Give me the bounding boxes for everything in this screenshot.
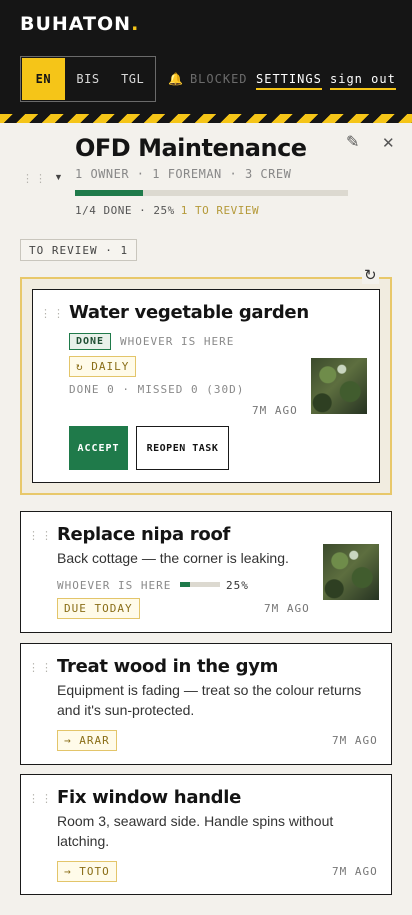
task-timestamp: 7M AGO (332, 734, 378, 747)
sign-out-link[interactable]: sign out (330, 72, 396, 90)
reopen-task-button[interactable]: REOPEN TASK (136, 426, 229, 470)
task-title: Water vegetable garden (69, 302, 309, 323)
task-photo-thumbnail[interactable] (323, 544, 379, 600)
blocked-filter[interactable]: 🔔 BLOCKED (168, 72, 248, 86)
task-stats: DONE 0 · MISSED 0 (30D) (69, 383, 245, 396)
status-badge: DONE (69, 333, 112, 350)
accept-button[interactable]: ACCEPT (69, 426, 128, 470)
assignee-badge: → ARAR (57, 730, 117, 751)
settings-link[interactable]: SETTINGS (256, 72, 322, 90)
task-photo-thumbnail[interactable] (311, 358, 367, 414)
task-timestamp: 7M AGO (252, 404, 298, 417)
task-assignee: WHOEVER IS HERE (57, 579, 172, 592)
due-today-badge: DUE TODAY (57, 598, 140, 619)
edit-pencil-icon[interactable]: ✎ (346, 132, 359, 152)
assignee-badge: → TOTO (57, 861, 117, 882)
task-description: Equipment is fading — treat so the colou… (57, 682, 362, 698)
hazard-stripe-divider (0, 114, 412, 123)
lang-option-en[interactable]: EN (21, 57, 66, 101)
bell-icon: 🔔 (168, 72, 184, 86)
task-title: Fix window handle (57, 787, 242, 808)
recurrence-badge: ↻ DAILY (69, 356, 137, 377)
drag-handle-icon[interactable]: ⋮⋮ (28, 792, 54, 805)
task-progress-fill (180, 582, 190, 587)
task-timestamp: 7M AGO (264, 602, 310, 615)
task-description: Back cottage — the corner is leaking. (57, 550, 289, 566)
brand-logo[interactable]: BUHATON. (20, 13, 139, 35)
team-summary: 1 OWNER · 1 FOREMAN · 3 CREW (75, 167, 292, 181)
task-title: Replace nipa roof (57, 524, 231, 545)
drag-handle-icon[interactable]: ⋮⋮ (22, 172, 48, 185)
collapse-toggle-icon[interactable]: ▼ (54, 172, 63, 182)
page-title: OFD Maintenance (75, 134, 307, 162)
to-review-link[interactable]: 1 TO REVIEW (181, 204, 259, 217)
task-progress-percent: 25% (226, 579, 249, 592)
to-review-filter-chip[interactable]: TO REVIEW · 1 (20, 239, 138, 261)
blocked-label: BLOCKED (189, 72, 248, 86)
task-title: Treat wood in the gym (57, 656, 279, 677)
task-timestamp: 7M AGO (332, 865, 378, 878)
task-description: Room 3, seaward side. Handle spins witho… (57, 813, 334, 829)
task-progress-bar (180, 582, 220, 587)
progress-count: 1/4 DONE · 25% (75, 204, 175, 217)
task-assignee: WHOEVER IS HERE (120, 335, 235, 348)
refresh-icon[interactable]: ↻ (362, 266, 379, 284)
top-bar: BUHATON. EN BIS TGL 🔔 BLOCKED SETTINGS s… (0, 0, 412, 114)
progress-summary: 1/4 DONE · 25% 1 TO REVIEW (75, 204, 259, 217)
project-progress-fill (75, 190, 144, 196)
drag-handle-icon[interactable]: ⋮⋮ (40, 307, 66, 320)
project-progress-bar (75, 190, 348, 196)
task-description: latching. (57, 833, 110, 849)
language-switcher: EN BIS TGL (20, 56, 156, 102)
task-description: and it's sun-protected. (57, 702, 195, 718)
drag-handle-icon[interactable]: ⋮⋮ (28, 529, 54, 542)
drag-handle-icon[interactable]: ⋮⋮ (28, 661, 54, 674)
close-icon[interactable]: ✕ (382, 134, 395, 152)
lang-option-tgl[interactable]: TGL (110, 57, 155, 101)
lang-option-bis[interactable]: BIS (66, 57, 111, 101)
